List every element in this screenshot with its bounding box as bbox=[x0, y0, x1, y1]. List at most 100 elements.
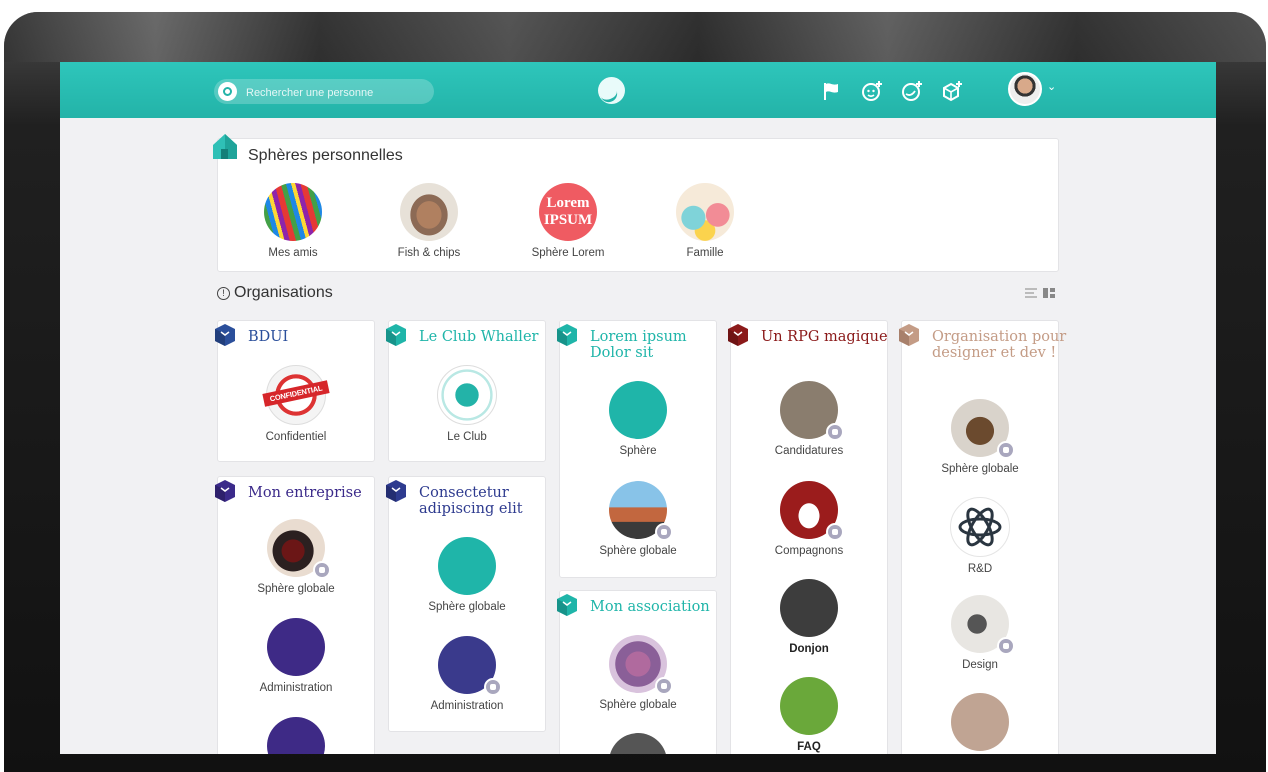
info-icon: ! bbox=[217, 287, 230, 300]
org-cube-icon bbox=[728, 324, 748, 346]
sphere-le-club[interactable]: Le Club bbox=[417, 365, 517, 443]
chevron-down-icon[interactable]: ⌄ bbox=[1047, 80, 1056, 93]
org-card-consectetur: Consectetur adipiscing elit Sphère globa… bbox=[386, 476, 546, 732]
personal-spheres-card: Sphères personnelles Mes amis Fish & chi… bbox=[213, 134, 1059, 272]
feather-icon bbox=[780, 381, 844, 441]
org-cube-icon bbox=[215, 324, 235, 346]
organisations-title: ! Organisations bbox=[217, 284, 333, 302]
search-input[interactable] bbox=[244, 83, 428, 102]
org-cube-icon bbox=[386, 480, 406, 502]
search-box[interactable] bbox=[214, 79, 434, 104]
sphere-globale-consectetur[interactable]: Sphère globale bbox=[417, 537, 517, 613]
sphere-extra[interactable] bbox=[588, 733, 688, 754]
sphere-image bbox=[609, 733, 667, 754]
org-card-mon-entreprise: Mon entreprise Sphère globale Administra… bbox=[215, 476, 375, 754]
sphere-label: Sphère globale bbox=[599, 545, 677, 557]
sphere-label: Sphère globale bbox=[941, 463, 1019, 475]
org-cube-icon bbox=[386, 324, 406, 346]
sphere-image bbox=[267, 618, 325, 676]
org-name[interactable]: Mon entreprise bbox=[248, 485, 388, 501]
sphere-candidatures[interactable]: Candidatures bbox=[759, 381, 859, 457]
org-cube-icon bbox=[899, 324, 919, 346]
sphere-label: Administration bbox=[259, 682, 333, 694]
add-organisation-icon[interactable] bbox=[940, 79, 964, 103]
org-name[interactable]: Un RPG magique bbox=[761, 329, 901, 345]
org-card-bdui: BDUI CONFIDENTIAL Confidentiel bbox=[215, 320, 375, 462]
sphere-label: Sphère globale bbox=[599, 699, 677, 711]
sphere-globale-entreprise[interactable]: Sphère globale bbox=[246, 519, 346, 595]
sphere-image: Lorem IPSUM bbox=[539, 183, 597, 241]
sphere-image bbox=[400, 183, 458, 241]
sphere-confidentiel[interactable]: CONFIDENTIAL Confidentiel bbox=[246, 365, 346, 443]
user-avatar[interactable] bbox=[1008, 72, 1042, 106]
sphere-administration[interactable]: Administration bbox=[246, 618, 346, 694]
sphere-design[interactable]: Design bbox=[930, 595, 1030, 671]
backpack-icon bbox=[951, 399, 1015, 459]
sphere-lorem[interactable]: Lorem IPSUM Sphère Lorem bbox=[520, 183, 616, 259]
pens-icon bbox=[951, 595, 1015, 655]
lock-badge-icon bbox=[997, 441, 1015, 459]
org-cube-icon bbox=[557, 324, 577, 346]
lock-badge-icon bbox=[655, 523, 673, 541]
org-name[interactable]: Le Club Whaller bbox=[419, 329, 559, 345]
grid-view-icon[interactable] bbox=[1043, 288, 1055, 298]
sphere-label: R&D bbox=[967, 563, 993, 575]
sphere-image bbox=[264, 183, 322, 241]
org-name[interactable]: Lorem ipsum Dolor sit bbox=[590, 329, 730, 361]
sphere-image bbox=[676, 183, 734, 241]
flag-icon[interactable] bbox=[820, 79, 844, 103]
sphere-label: FAQ bbox=[797, 741, 821, 753]
confidential-seal-icon: CONFIDENTIAL bbox=[262, 365, 330, 425]
org-name[interactable]: BDUI bbox=[248, 329, 388, 345]
sphere-label: Candidatures bbox=[774, 445, 844, 457]
sphere-label: Design bbox=[962, 659, 998, 671]
sphere-globale[interactable]: Sphère globale bbox=[588, 481, 688, 557]
sphere-image bbox=[609, 381, 667, 439]
sphere-image bbox=[609, 481, 673, 541]
atom-icon bbox=[950, 497, 1010, 557]
org-cube-icon bbox=[557, 594, 577, 616]
sphere-rnd[interactable]: R&D bbox=[930, 497, 1030, 575]
add-sphere-icon[interactable] bbox=[900, 79, 924, 103]
sphere-fish-and-chips[interactable]: Fish & chips bbox=[384, 183, 474, 259]
add-person-icon[interactable] bbox=[860, 79, 884, 103]
sphere-label: Sphère globale bbox=[428, 601, 506, 613]
personal-spheres-title: Sphères personnelles bbox=[248, 147, 403, 164]
sphere-compagnons[interactable]: Compagnons bbox=[759, 481, 859, 557]
sphere-globale-association[interactable]: Sphère globale bbox=[588, 635, 688, 711]
sphere-extra[interactable] bbox=[246, 717, 346, 754]
sphere-sphere[interactable]: Sphère bbox=[588, 381, 688, 457]
dragon-icon bbox=[780, 677, 838, 735]
org-name[interactable]: Consectetur adipiscing elit bbox=[419, 485, 559, 517]
sphere-image bbox=[609, 635, 673, 695]
search-icon bbox=[218, 82, 237, 101]
club-laurel-icon bbox=[437, 365, 497, 425]
sphere-image bbox=[267, 519, 331, 579]
organisations-title-text: Organisations bbox=[234, 284, 333, 301]
org-card-mon-association: Mon association Sphère globale bbox=[557, 590, 717, 754]
lock-badge-icon bbox=[826, 523, 844, 541]
sphere-image bbox=[951, 693, 1009, 751]
list-view-icon[interactable] bbox=[1025, 288, 1037, 298]
megaphone-badge-icon bbox=[826, 423, 844, 441]
org-card-un-rpg-magique: Un RPG magique Candidatures Compagnons D… bbox=[728, 320, 888, 754]
lock-badge-icon bbox=[484, 678, 502, 696]
sphere-donjon[interactable]: Donjon bbox=[759, 579, 859, 655]
sphere-globale-design[interactable]: Sphère globale bbox=[930, 399, 1030, 475]
org-card-lorem-ipsum: Lorem ipsum Dolor sit Sphère Sphère glob… bbox=[557, 320, 717, 578]
lock-badge-icon bbox=[997, 637, 1015, 655]
whaller-logo-icon[interactable] bbox=[598, 77, 625, 104]
sphere-label: Fish & chips bbox=[397, 247, 461, 259]
sphere-famille[interactable]: Famille bbox=[660, 183, 750, 259]
org-name[interactable]: Mon association bbox=[590, 599, 730, 615]
org-name[interactable]: Organisation pour designer et dev ! bbox=[932, 329, 1072, 361]
sphere-extra[interactable] bbox=[930, 693, 1030, 754]
sphere-label: Compagnons bbox=[774, 545, 844, 557]
sphere-label: Le Club bbox=[447, 431, 487, 443]
sphere-faq[interactable]: FAQ bbox=[759, 677, 859, 753]
sphere-image bbox=[438, 636, 502, 696]
top-bar: ⌄ bbox=[60, 62, 1216, 118]
org-cube-icon bbox=[215, 480, 235, 502]
sphere-mes-amis[interactable]: Mes amis bbox=[248, 183, 338, 259]
sphere-administration-consectetur[interactable]: Administration bbox=[417, 636, 517, 712]
